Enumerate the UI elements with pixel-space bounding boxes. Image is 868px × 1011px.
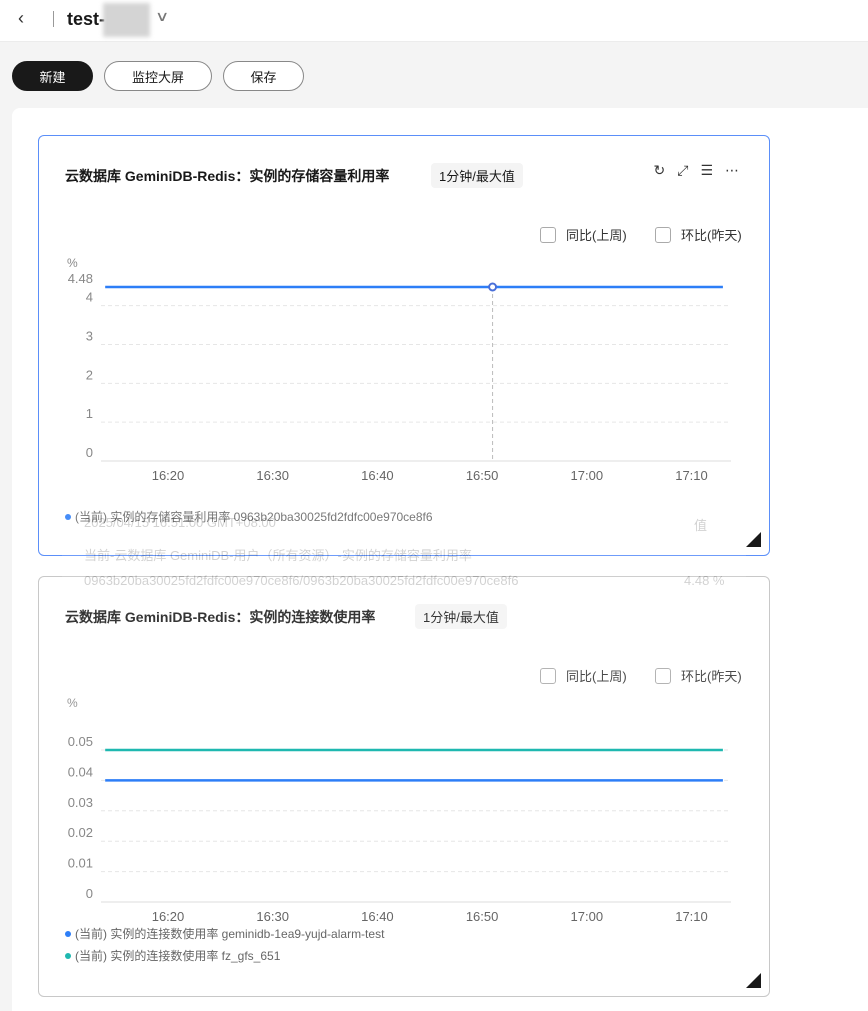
x-tick-label: 16:50 — [466, 909, 499, 924]
x-tick-label: 16:30 — [256, 468, 289, 483]
y-tick-label: 0.04 — [68, 764, 93, 779]
x-tick-label: 16:30 — [256, 909, 289, 924]
y-tick-label: 1 — [86, 406, 93, 421]
y-tick-label: 0.03 — [68, 795, 93, 810]
x-tick-label: 16:50 — [466, 468, 499, 483]
save-button[interactable]: 保存 — [223, 61, 304, 91]
legend-label: (当前) 实例的连接数使用率 fz_gfs_651 — [75, 949, 281, 963]
y-tick-label: 0 — [86, 886, 93, 901]
y-tick-label: 3 — [86, 328, 93, 343]
x-tick-label: 17:00 — [571, 468, 604, 483]
x-tick-label: 16:20 — [152, 468, 185, 483]
resize-handle[interactable] — [746, 532, 761, 547]
monitor-screen-button[interactable]: 监控大屏 — [104, 61, 212, 91]
chart-card-connections[interactable]: 云数据库 GeminiDB-Redis：实例的连接数使用率 1分钟/最大值 同比… — [38, 576, 770, 997]
legend-label: (当前) 实例的存储容量利用率 0963b20ba30025fd2fdfc00e… — [75, 510, 433, 524]
divider — [53, 11, 54, 27]
new-button[interactable]: 新建 — [12, 61, 93, 91]
redacted-name — [103, 3, 150, 37]
dashboard-title: test- — [67, 9, 106, 29]
legend-dot — [65, 513, 71, 520]
legend-dot — [65, 930, 71, 937]
x-tick-label: 16:40 — [361, 909, 394, 924]
y-axis-unit: % — [67, 256, 78, 270]
y-tick-label: 0 — [86, 445, 93, 460]
chevron-down-icon[interactable]: ∨ — [155, 8, 169, 25]
y-tick-label: 4.48 — [68, 271, 93, 286]
x-tick-label: 17:10 — [675, 468, 708, 483]
x-tick-label: 16:20 — [152, 909, 185, 924]
x-tick-label: 17:10 — [675, 909, 708, 924]
chart-card-storage[interactable]: 云数据库 GeminiDB-Redis：实例的存储容量利用率 1分钟/最大值 ↻… — [38, 135, 770, 556]
x-tick-label: 16:40 — [361, 468, 394, 483]
x-tick-label: 17:00 — [571, 909, 604, 924]
legend-item[interactable]: (当前) 实例的存储容量利用率 0963b20ba30025fd2fdfc00e… — [65, 508, 433, 525]
resize-handle[interactable] — [746, 973, 761, 988]
legend-item[interactable]: (当前) 实例的连接数使用率 fz_gfs_651 — [65, 947, 280, 964]
y-tick-label: 0.05 — [68, 734, 93, 749]
line-chart[interactable]: % 0 1 2 3 4 4.48 16:20 16:30 16:40 16:50 17:00 17:10 — [39, 136, 771, 557]
hover-point — [488, 282, 498, 292]
legend-label: (当前) 实例的连接数使用率 geminidb-1ea9-yujd-alarm-… — [75, 927, 385, 941]
y-tick-label: 4 — [86, 290, 93, 305]
y-axis-unit: % — [67, 696, 78, 710]
legend-dot — [65, 952, 71, 959]
legend-item[interactable]: (当前) 实例的连接数使用率 geminidb-1ea9-yujd-alarm-… — [65, 925, 384, 942]
y-tick-label: 0.01 — [68, 856, 93, 871]
chevron-left-icon[interactable]: ‹ — [18, 8, 24, 29]
y-tick-label: 2 — [86, 367, 93, 382]
y-tick-label: 0.02 — [68, 825, 93, 840]
top-header: ‹ test- ∨ — [0, 0, 868, 42]
